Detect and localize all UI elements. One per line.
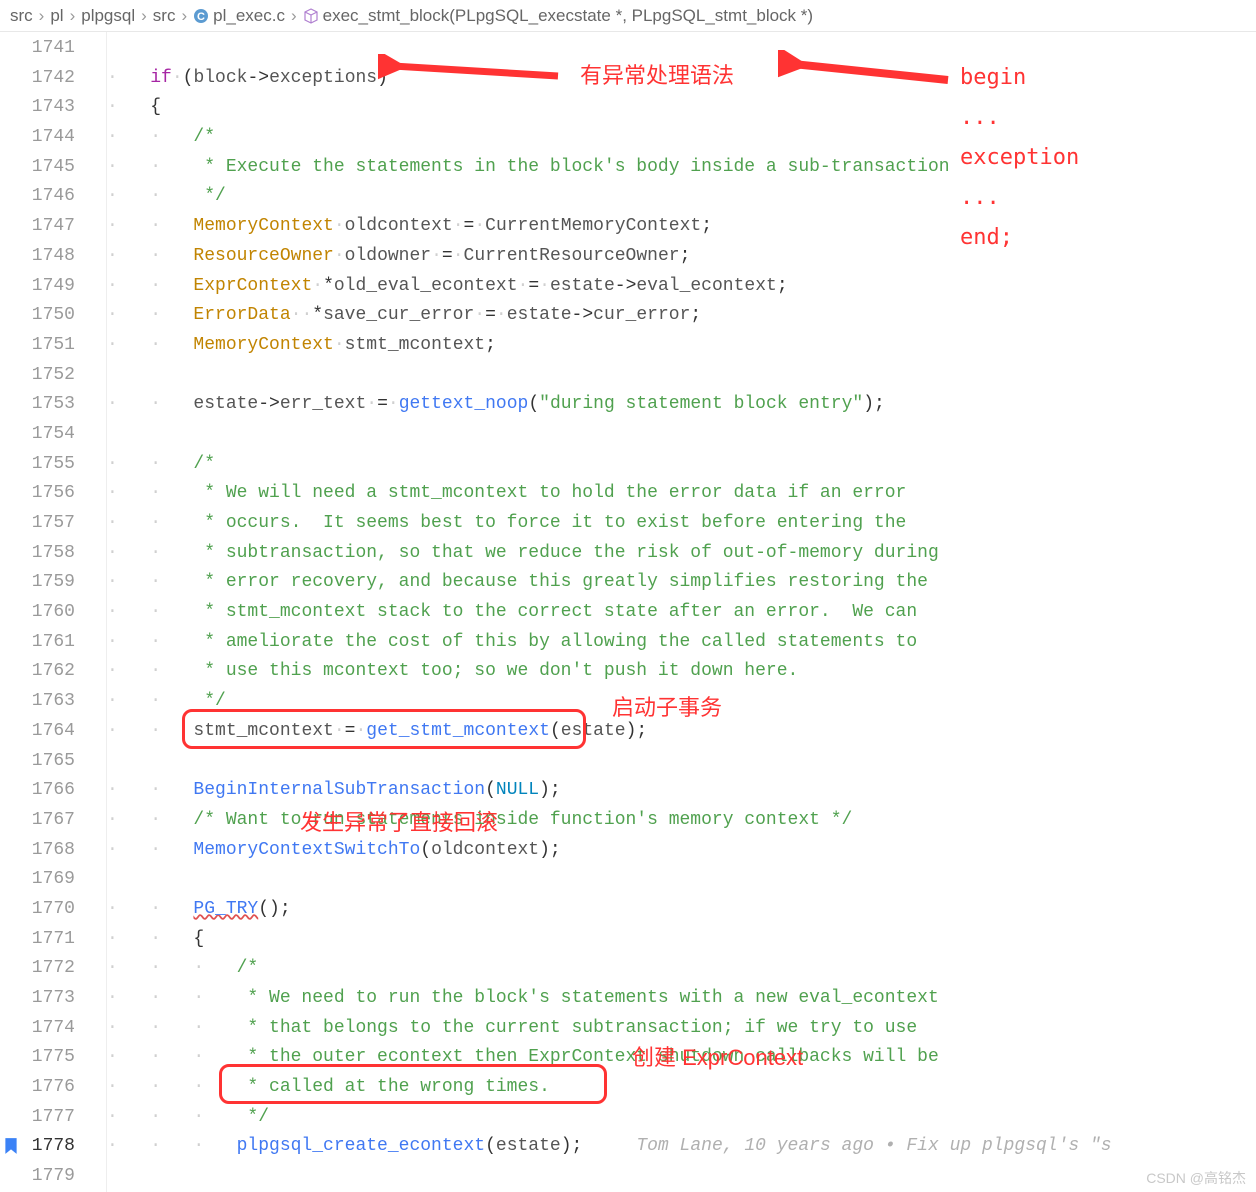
breadcrumb-item[interactable]: src [153,6,176,26]
breadcrumb-item[interactable]: src [10,6,33,26]
breadcrumb-item[interactable]: pl [50,6,63,26]
breadcrumb-item[interactable]: plpgsql [81,6,135,26]
code-area[interactable]: · if·(block->exceptions)· {· · /*· · * E… [107,32,1256,1192]
chevron-right-icon: › [139,6,149,26]
cube-icon [303,8,319,24]
watermark: CSDN @高铭杰 [1146,1168,1246,1188]
c-file-icon: C [193,8,209,24]
chevron-right-icon: › [37,6,47,26]
fold-gutter [85,32,107,1192]
breadcrumb-item[interactable]: exec_stmt_block(PLpgSQL_execstate *, PLp… [323,6,813,26]
chevron-right-icon: › [179,6,189,26]
svg-text:C: C [197,11,205,23]
breadcrumb-item[interactable]: pl_exec.c [213,6,285,26]
bookmark-icon[interactable] [2,1137,20,1155]
breadcrumb: src › pl › plpgsql › src › C pl_exec.c ›… [0,0,1256,32]
code-editor[interactable]: 1741174217431744174517461747174817491750… [0,32,1256,1192]
line-number-gutter: 1741174217431744174517461747174817491750… [0,32,85,1192]
chevron-right-icon: › [68,6,78,26]
chevron-right-icon: › [289,6,299,26]
